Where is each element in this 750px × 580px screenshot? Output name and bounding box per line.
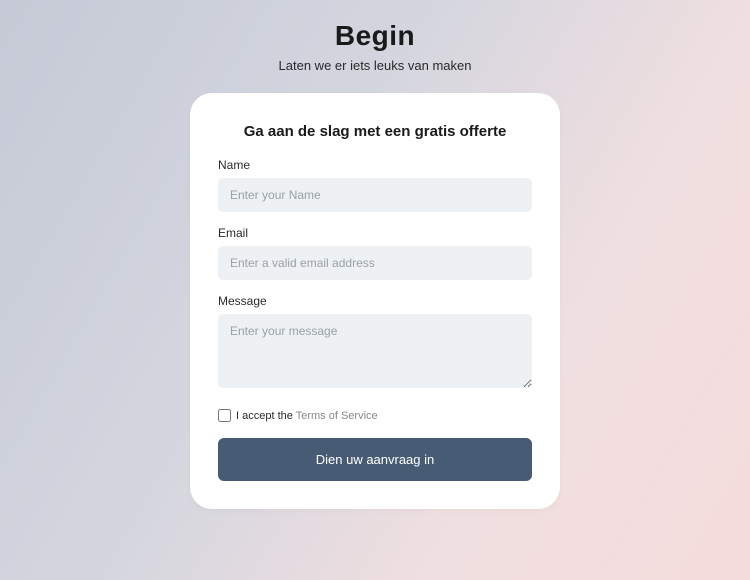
page-header: Begin Laten we er iets leuks van maken	[279, 20, 472, 73]
page-title: Begin	[279, 20, 472, 52]
tos-text: I accept the Terms of Service	[236, 410, 378, 422]
form-card: Ga aan de slag met een gratis offerte Na…	[190, 93, 560, 509]
page-subtitle: Laten we er iets leuks van maken	[279, 58, 472, 73]
form-title: Ga aan de slag met een gratis offerte	[218, 123, 532, 140]
message-input[interactable]	[218, 314, 532, 388]
message-label: Message	[218, 294, 532, 308]
tos-row: I accept the Terms of Service	[218, 409, 532, 422]
submit-button[interactable]: Dien uw aanvraag in	[218, 438, 532, 481]
tos-checkbox[interactable]	[218, 409, 231, 422]
name-label: Name	[218, 158, 532, 172]
name-input[interactable]	[218, 178, 532, 212]
tos-link[interactable]: Terms of Service	[296, 410, 378, 422]
email-label: Email	[218, 226, 532, 240]
email-input[interactable]	[218, 246, 532, 280]
tos-prefix: I accept the	[236, 410, 296, 422]
